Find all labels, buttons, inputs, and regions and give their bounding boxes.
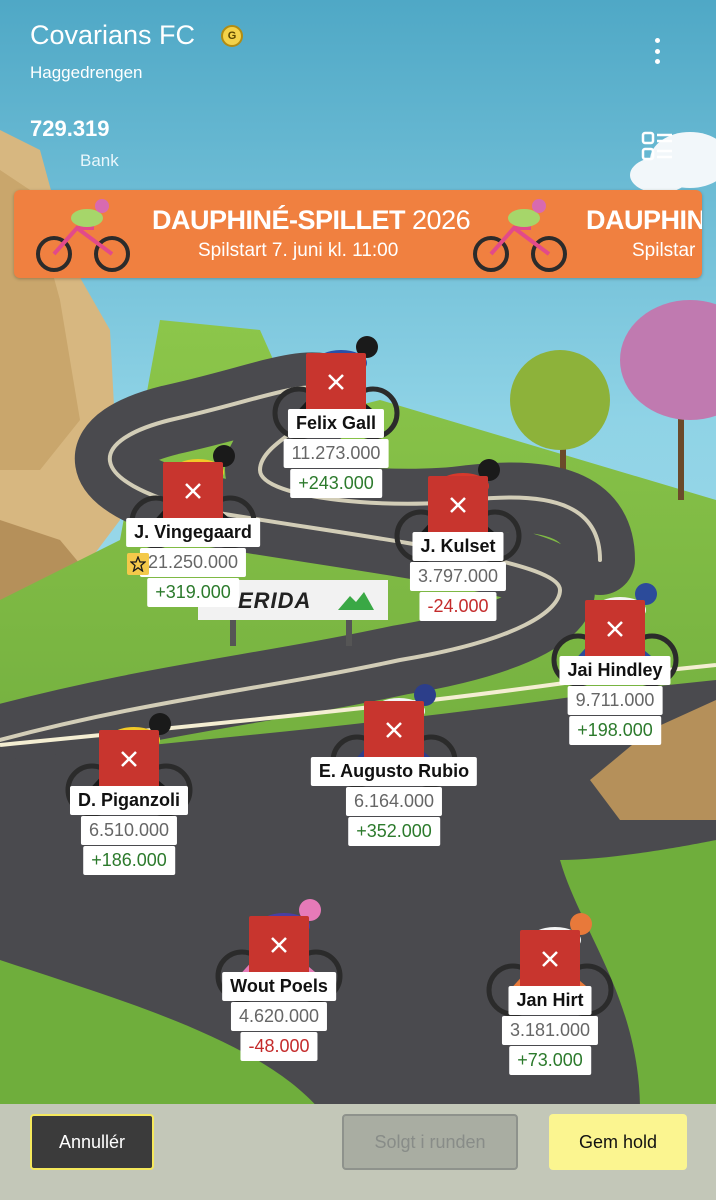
close-icon [328, 374, 344, 390]
close-icon [386, 722, 402, 738]
rider-price: 11.273.000 [283, 439, 389, 468]
mountain-logo-icon [338, 592, 374, 610]
banner-subtitle: Spilstart 7. juni kl. 11:00 [198, 240, 399, 261]
banner-title-repeat: DAUPHINÉ [586, 205, 702, 235]
rider-name[interactable]: Felix Gall [287, 409, 385, 438]
rider-name[interactable]: J. Vingegaard [126, 518, 260, 547]
rider-price-change: +198.000 [569, 716, 661, 745]
close-icon [542, 951, 558, 967]
close-icon [607, 621, 623, 637]
dauphine-game-banner[interactable]: DAUPHINÉ-SPILLET 2026 Spilstart 7. juni … [14, 190, 702, 278]
banner-year: 2026 [412, 205, 471, 235]
rider-price-change: +186.000 [83, 846, 175, 875]
close-icon [271, 937, 287, 953]
rider-name[interactable]: E. Augusto Rubio [310, 757, 478, 786]
bank-label: Bank [80, 151, 119, 170]
rider-price: 6.510.000 [80, 816, 178, 845]
rider-price-change: +319.000 [147, 578, 239, 607]
save-team-button[interactable]: Gem hold [549, 1114, 687, 1170]
rider-price-change: -48.000 [240, 1032, 318, 1061]
remove-rider-button[interactable] [163, 462, 223, 520]
remove-rider-button[interactable] [306, 353, 366, 411]
bank-value: 729.319 [30, 116, 110, 141]
banner-subtitle-repeat: Spilstar [632, 240, 696, 261]
remove-rider-button[interactable] [585, 600, 645, 658]
rider-price: 21.250.000 [139, 548, 247, 577]
remove-rider-button[interactable] [249, 916, 309, 974]
rider-price-change: -24.000 [419, 592, 497, 621]
sponsor-logo-text: ERIDA [238, 588, 312, 613]
captain-star-icon [127, 553, 149, 575]
rider-name[interactable]: Wout Poels [222, 972, 336, 1001]
close-icon [121, 751, 137, 767]
rider-name[interactable]: Jan Hirt [508, 986, 592, 1015]
rider-price-change: +243.000 [290, 469, 382, 498]
close-icon [450, 497, 466, 513]
more-options-icon[interactable] [642, 34, 672, 68]
banner-title: DAUPHINÉ-SPILLET [152, 205, 406, 235]
rider-price: 9.711.000 [567, 686, 663, 715]
remove-rider-button[interactable] [428, 476, 488, 534]
sold-this-round-button[interactable]: Solgt i runden [342, 1114, 518, 1170]
gold-badge-icon: G [221, 25, 243, 47]
rider-price: 4.620.000 [230, 1002, 328, 1031]
close-icon [185, 483, 201, 499]
rider-price: 6.164.000 [345, 787, 443, 816]
remove-rider-button[interactable] [520, 930, 580, 988]
rider-price-change: +352.000 [348, 817, 440, 846]
cancel-button[interactable]: Annullér [30, 1114, 154, 1170]
cyclist-icon [473, 199, 567, 272]
cyclist-icon [36, 199, 130, 272]
list-view-icon[interactable] [641, 130, 673, 162]
manager-name: Haggedrengen [30, 63, 143, 82]
rider-name[interactable]: D. Piganzoli [69, 786, 189, 815]
rider-name[interactable]: Jai Hindley [559, 656, 671, 685]
rider-name[interactable]: J. Kulset [412, 532, 504, 561]
rider-price: 3.797.000 [409, 562, 507, 591]
remove-rider-button[interactable] [364, 701, 424, 759]
rider-price: 3.181.000 [501, 1016, 599, 1045]
remove-rider-button[interactable] [99, 730, 159, 788]
team-name: Covarians FC [30, 20, 196, 50]
rider-price-change: +73.000 [509, 1046, 591, 1075]
